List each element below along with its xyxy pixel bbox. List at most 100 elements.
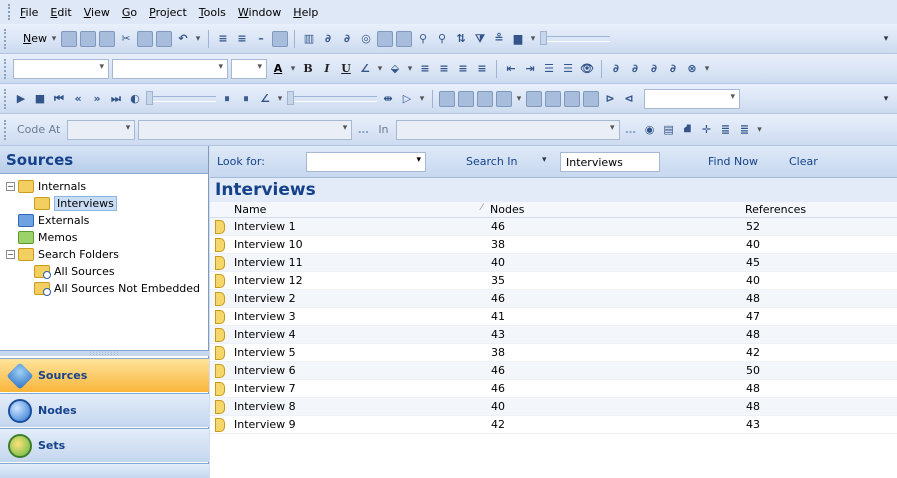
search-in-label[interactable]: Search In [466,155,518,168]
nav-button-nodes[interactable]: Nodes [0,393,209,427]
column-header-name[interactable]: Name [234,203,266,216]
menu-edit[interactable]: Edit [44,6,77,19]
play-icon[interactable]: ▶ [13,91,29,107]
fill-icon[interactable]: ⬙ [387,61,403,77]
highlight-icon[interactable]: ∠ [357,61,373,77]
numbering-icon[interactable]: ☰ [560,61,576,77]
tree-item-search-folders[interactable]: − Search Folders [0,246,208,263]
font-color-icon[interactable]: A [270,61,286,77]
fast-forward-icon[interactable]: » [89,91,105,107]
link-icon[interactable]: ∂ [320,31,336,47]
bold-button[interactable]: B [300,61,316,77]
link-alt-icon[interactable]: ∂ [339,31,355,47]
grid-dropdown-icon[interactable]: ▾ [515,91,523,107]
annotation-icon[interactable]: ⊗ [684,61,700,77]
fill-dropdown-icon[interactable]: ▾ [406,61,414,77]
find-now-button[interactable]: Find Now [708,155,758,168]
classify-icon[interactable]: ≗ [491,31,507,47]
table-insert-icon[interactable] [458,90,474,107]
waveform-dropdown-icon[interactable]: ▾ [276,91,284,107]
playback-slider[interactable] [287,90,377,105]
link-alt-icon[interactable]: ∂ [627,61,643,77]
table-row[interactable]: Interview 12 35 40 [210,272,897,290]
justify-icon[interactable]: ≡ [474,61,490,77]
toolbar-overflow-icon[interactable]: ▾ [703,61,711,77]
code-icon[interactable]: ◉ [642,122,658,138]
code-at-node-select[interactable]: ▾ [138,119,353,140]
toolbar-overflow-icon[interactable]: ▾ [878,91,894,107]
menu-project[interactable]: Project [143,6,193,19]
new-button[interactable]: New [23,32,47,45]
toolbar-grip[interactable] [4,119,7,140]
ellipsis-icon[interactable]: … [623,122,639,138]
uncode-icon[interactable]: ⛘ [680,122,696,138]
list-icon[interactable]: ≡ [234,31,250,47]
menu-help[interactable]: Help [287,6,324,19]
underline-button[interactable]: U [338,61,354,77]
volume-slider[interactable] [146,90,216,105]
menu-window[interactable]: Window [232,6,287,19]
search-in-field[interactable]: Interviews [560,152,660,172]
menu-go[interactable]: Go [116,6,143,19]
print-preview-icon[interactable] [99,30,115,47]
table-col-icon[interactable] [545,90,561,107]
copy-icon[interactable] [137,30,153,47]
column-header-nodes[interactable]: Nodes [490,203,524,216]
table-row[interactable]: Interview 11 40 45 [210,254,897,272]
nav-button-sets[interactable]: Sets [0,428,209,462]
skip-forward-icon[interactable]: ⏭ [108,91,124,107]
panel-icon[interactable] [377,30,393,47]
italic-button[interactable]: I [319,61,335,77]
model-icon[interactable]: ◎ [358,31,374,47]
new-node-icon[interactable]: ✛ [699,122,715,138]
grid-icon[interactable] [496,90,512,107]
outdent-icon[interactable]: ⇤ [503,61,519,77]
highlight-dropdown-icon[interactable]: ▾ [376,61,384,77]
table-split-icon[interactable] [583,90,599,107]
table-merge-icon[interactable] [564,90,580,107]
font-size-select[interactable]: ▾ [231,58,267,79]
highlight-coding-icon[interactable]: ≣ [737,122,753,138]
menubar-grip[interactable] [8,4,11,20]
skip-back-icon[interactable]: ⏮ [51,91,67,107]
toolbar-grip[interactable] [4,88,7,109]
chart-icon[interactable]: ▥ [301,31,317,47]
mark-start-icon[interactable]: ⏸ [219,91,235,107]
paste-icon[interactable] [156,30,172,47]
cut-icon[interactable]: ✂ [118,31,134,47]
menu-file[interactable]: File [14,6,44,19]
in-select[interactable]: ▾ [395,119,620,140]
link-icon[interactable]: ∂ [608,61,624,77]
code-at-type-select[interactable]: ▾ [67,119,136,140]
nav-button-more[interactable] [0,463,209,478]
find-binoculars-icon[interactable]: 👁 [579,61,595,77]
menu-view[interactable]: View [78,6,116,19]
span-icon[interactable]: ⇹ [380,91,396,107]
align-right-icon[interactable]: ≡ [455,61,471,77]
waveform-icon[interactable]: ∠ [257,91,273,107]
table-row[interactable]: Interview 2 46 48 [210,290,897,308]
column-header-references[interactable]: References [745,203,806,216]
code-in-vivo-icon[interactable]: ▤ [661,122,677,138]
unlink-icon[interactable]: ∂ [646,61,662,77]
media-select[interactable]: ▾ [644,88,740,109]
table-row[interactable]: Interview 3 41 47 [210,308,897,326]
coding-stripes-icon[interactable]: ≣ [718,122,734,138]
nav-button-sources[interactable]: Sources [0,358,209,392]
mark-end-icon[interactable]: ⏸ [238,91,254,107]
toolbar-overflow-icon[interactable]: ▾ [756,122,764,138]
table-row[interactable]: Interview 1 46 52 [210,218,897,236]
insert-left-icon[interactable]: ⊲ [621,91,637,107]
table-delete-icon[interactable] [477,90,493,107]
collapse-icon[interactable]: − [6,250,15,259]
tree-item-all-sources-not-embedded[interactable]: All Sources Not Embedded [0,280,208,297]
play-mode-dropdown-icon[interactable]: ▾ [418,91,426,107]
align-center-icon[interactable]: ≡ [436,61,452,77]
tree-item-memos[interactable]: Memos [0,229,208,246]
zoom-slider[interactable] [540,30,610,45]
find-icon[interactable]: ⚲ [415,31,431,47]
table-row[interactable]: Interview 9 42 43 [210,416,897,434]
tree-item-interviews[interactable]: Interviews [0,195,208,212]
format-icon[interactable] [272,30,288,47]
toolbar-grip[interactable] [4,58,7,79]
